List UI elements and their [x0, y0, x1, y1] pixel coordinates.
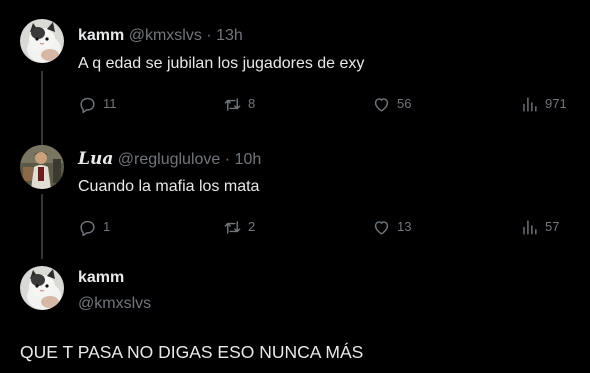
thread-line: [41, 194, 43, 259]
retweet-icon: [224, 97, 241, 111]
avatar[interactable]: [20, 266, 64, 310]
like-button[interactable]: 56: [372, 93, 411, 115]
tweet-text: QUE T PASA NO DIGAS ESO NUNCA MÁS: [20, 342, 364, 362]
cat-avatar-icon: [20, 19, 64, 63]
handle[interactable]: @regluglulove: [118, 151, 221, 168]
like-count: 13: [397, 219, 412, 234]
cat-avatar-icon: [20, 266, 64, 310]
handle[interactable]: @kmxslvs: [129, 27, 202, 44]
timestamp[interactable]: 10h: [235, 151, 262, 168]
views-button[interactable]: 971: [520, 93, 567, 115]
heart-icon: [374, 220, 389, 235]
person-avatar-icon: [20, 145, 64, 189]
retweet-count: 8: [248, 96, 256, 111]
timestamp[interactable]: 13h: [216, 27, 243, 44]
tweet-text: A q edad se jubilan los jugadores de exy: [78, 55, 365, 72]
tweet-actions: 11 8 56 971: [78, 93, 568, 115]
like-button[interactable]: 13: [372, 216, 411, 238]
display-name[interactable]: kamm: [78, 27, 124, 44]
reply-button[interactable]: 11: [78, 93, 117, 115]
tweet-actions: 1 2 13 57: [78, 216, 568, 238]
reply-icon: [80, 97, 95, 113]
reply-button[interactable]: 1: [78, 216, 110, 238]
avatar[interactable]: [20, 145, 64, 189]
retweet-button[interactable]: 8: [223, 93, 255, 115]
display-name[interactable]: Lua: [78, 149, 113, 169]
reply-count: 11: [103, 96, 117, 111]
views-button[interactable]: 57: [520, 216, 559, 238]
heart-icon: [374, 97, 389, 112]
tweet-text: Cuando la mafia los mata: [78, 178, 260, 195]
views-count: 57: [545, 219, 560, 234]
avatar[interactable]: [20, 19, 64, 63]
separator: ·: [224, 151, 231, 168]
retweet-icon: [224, 220, 241, 234]
thread-line: [41, 71, 43, 145]
separator: ·: [206, 27, 212, 44]
display-name[interactable]: kamm: [78, 268, 124, 288]
like-count: 56: [397, 96, 412, 111]
views-icon: [523, 219, 537, 235]
reply-icon: [80, 220, 95, 236]
reply-count: 1: [103, 219, 111, 234]
views-count: 971: [545, 96, 567, 111]
retweet-count: 2: [248, 219, 256, 234]
handle[interactable]: @kmxslvs: [78, 294, 151, 314]
views-icon: [523, 96, 537, 112]
retweet-button[interactable]: 2: [223, 216, 255, 238]
